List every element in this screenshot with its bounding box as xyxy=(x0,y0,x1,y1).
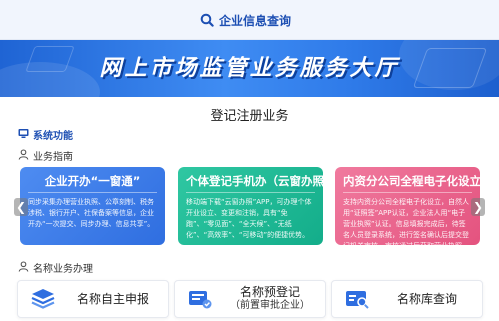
name-business-heading: 名称业务办理 xyxy=(18,260,93,275)
guide-card-branch-e-registration[interactable]: 内资分公司全程电子化设立 支持内资分公司全程电子化设立，自然人用“证照签”APP… xyxy=(335,167,480,245)
card-title: 企业开办“一窗通” xyxy=(44,174,141,188)
user-icon xyxy=(18,260,29,275)
banner: 网上市场监管业务服务大厅 xyxy=(0,40,499,97)
guide-card-mobile-registration[interactable]: 个体登记手机办（云窗办照） 移动端下载“云窗办照”APP，可办理个体开业设立、变… xyxy=(178,167,323,245)
card-divider xyxy=(186,192,315,193)
service-label-sub: （前置审批企业） xyxy=(230,300,310,311)
section-title: 登记注册业务 xyxy=(210,109,289,124)
user-icon xyxy=(18,148,29,163)
chevron-left-icon: ❮ xyxy=(15,200,27,214)
name-business-label: 名称业务办理 xyxy=(33,264,93,275)
business-guide-heading: 业务指南 xyxy=(18,148,73,163)
enterprise-info-search-link[interactable]: 企业信息查询 xyxy=(200,10,291,30)
chevron-right-icon: ❯ xyxy=(472,200,484,214)
name-library-search-button[interactable]: 名称库查询 xyxy=(331,280,483,318)
business-guide-label: 业务指南 xyxy=(33,152,73,163)
card-title: 个体登记手机办（云窗办照） xyxy=(186,174,323,188)
card-description: 支持内资分公司全程电子化设立，自然人用“证照签”APP认证，企业法人用“电子营业… xyxy=(343,198,469,245)
carousel-next-button[interactable]: ❯ xyxy=(471,198,485,216)
search-link-label: 企业信息查询 xyxy=(219,13,292,28)
name-pre-registration-button[interactable]: 名称预登记 （前置审批企业） xyxy=(174,280,326,318)
service-label: 名称库查询 xyxy=(396,292,457,306)
guide-card-one-window[interactable]: 企业开办“一窗通” 同步采集办理营业执照、公章刻制、税务涉税、银行开户、社保备案… xyxy=(20,167,165,245)
layers-icon xyxy=(28,284,58,314)
name-self-declaration-button[interactable]: 名称自主申报 xyxy=(17,280,169,318)
system-features-label: 系统功能 xyxy=(33,131,73,142)
card-description: 移动端下载“云窗办照”APP，可办理个体开业设立、变更和注销，具有“免跑”、“零… xyxy=(186,198,312,239)
card-description: 同步采集办理营业执照、公章刻制、税务涉税、银行开户、社保备案等信息，企业开办“一… xyxy=(28,198,155,228)
id-card-icon xyxy=(342,284,372,314)
system-features-heading: 系统功能 xyxy=(18,127,73,142)
monitor-icon xyxy=(18,128,29,142)
carousel-prev-button[interactable]: ❮ xyxy=(14,198,28,216)
card-divider xyxy=(28,192,157,193)
car-icon xyxy=(185,284,215,314)
card-title: 内资分公司全程电子化设立 xyxy=(343,174,480,188)
service-label-main: 名称预登记 xyxy=(239,285,300,299)
service-label: 名称预登记 （前置审批企业） xyxy=(215,285,325,313)
banner-title: 网上市场监管业务服务大厅 xyxy=(99,56,400,81)
search-icon xyxy=(200,13,214,27)
card-divider xyxy=(343,192,472,193)
top-bar: 企业信息查询 xyxy=(0,0,499,40)
service-label: 名称自主申报 xyxy=(76,292,149,306)
